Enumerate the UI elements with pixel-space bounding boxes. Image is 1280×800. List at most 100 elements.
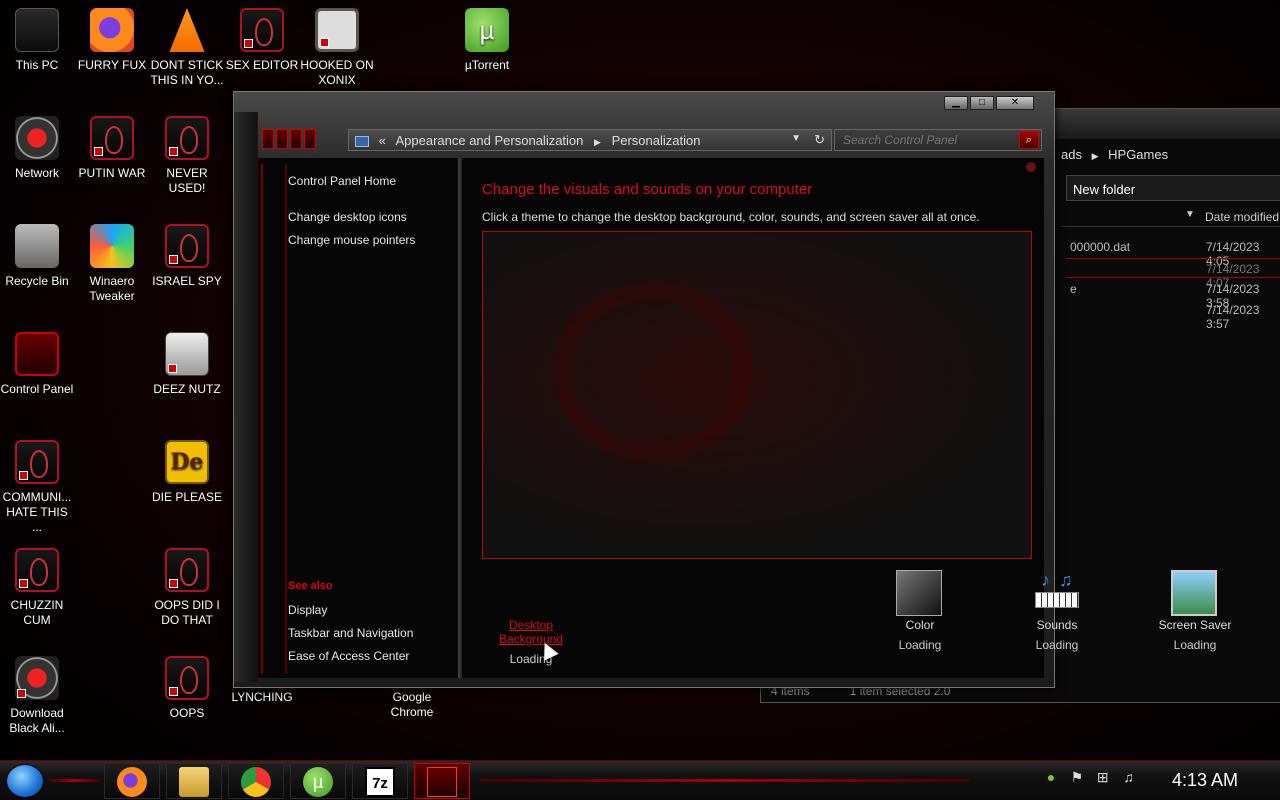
desktop-icon-network[interactable]: Network: [0, 116, 74, 181]
desktop-icon-this-pc[interactable]: This PC: [0, 8, 74, 73]
flag-icon[interactable]: ⚑: [1066, 769, 1088, 786]
theme-gallery[interactable]: [482, 231, 1032, 559]
breadcrumb-appearance[interactable]: Appearance and Personalization: [395, 133, 583, 148]
refresh-icon[interactable]: ↻: [814, 132, 825, 148]
desktop-icon-sex-editor[interactable]: SEX EDITOR: [225, 8, 299, 73]
utorrent-icon: µ: [303, 767, 333, 797]
network-tray-icon[interactable]: ⊞: [1092, 769, 1114, 786]
network-icon: [15, 116, 59, 160]
close-button[interactable]: ✕: [996, 96, 1034, 110]
minimize-button[interactable]: ▁: [944, 96, 968, 110]
personalization-content: Change the visuals and sounds on your co…: [462, 158, 1231, 678]
desktop-icon-recycle-bin[interactable]: Recycle Bin: [0, 224, 74, 289]
page-subtitle: Click a theme to change the desktop back…: [482, 210, 980, 224]
display-link[interactable]: Display: [288, 603, 327, 617]
page-title: Change the visuals and sounds on your co…: [482, 181, 813, 198]
desktop-icon-putin-war[interactable]: PUTIN WAR: [75, 116, 149, 181]
search-box[interactable]: ⌕: [834, 129, 1042, 151]
taskbar-decoration: [480, 779, 970, 782]
chevron-down-icon[interactable]: ▼: [791, 133, 801, 144]
taskbar-firefox[interactable]: [104, 763, 160, 799]
change-mouse-pointers-link[interactable]: Change mouse pointers: [288, 233, 415, 247]
taskbar-7zip[interactable]: 7z: [352, 763, 408, 799]
computer-icon: [15, 8, 59, 52]
control-panel-home-link[interactable]: Control Panel Home: [288, 174, 396, 188]
desktop-icon-israel-spy[interactable]: ISRAEL SPY: [150, 224, 224, 289]
die-icon: De: [165, 440, 209, 484]
desktop-icon-communi[interactable]: COMMUNI... HATE THIS ...: [0, 440, 74, 535]
screen-saver-button[interactable]: Screen Saver Loading: [1140, 570, 1250, 652]
color-button[interactable]: Color Loading: [865, 570, 975, 652]
back-button[interactable]: [262, 129, 274, 149]
desktop-icon-lynching[interactable]: LYNCHING: [225, 690, 299, 705]
taskbar-chrome[interactable]: [228, 763, 284, 799]
explorer-folder-name[interactable]: New folder: [1066, 175, 1280, 201]
alien-shortcut-icon: [165, 548, 209, 592]
desktop-icon-oops-did-i[interactable]: OOPS DID I DO THAT: [150, 548, 224, 628]
file-row[interactable]: 7/14/2023 4:07: [1066, 258, 1280, 290]
folder-icon: [179, 767, 209, 797]
taskbar-navigation-link[interactable]: Taskbar and Navigation: [288, 626, 413, 640]
utorrent-tray-icon[interactable]: ●: [1040, 769, 1062, 785]
search-icon[interactable]: ⌕: [1019, 131, 1039, 149]
desktop-icon-chrome[interactable]: Google Chrome: [375, 690, 449, 720]
firefox-icon: [117, 767, 147, 797]
desktop-background-button[interactable]: Desktop Background Loading: [476, 570, 586, 666]
maximize-button[interactable]: □: [970, 96, 994, 110]
forward-button[interactable]: [276, 129, 288, 149]
desktop-icon-die-please[interactable]: De DIE PLEASE: [150, 440, 224, 505]
control-panel-window[interactable]: ▁ □ ✕ « Appearance and Personalization ▶…: [233, 91, 1231, 688]
window-frame: [234, 112, 258, 682]
desktop-icon-dont-stick[interactable]: DONT STICK THIS IN YO...: [150, 8, 224, 88]
file-row[interactable]: 000000.dat 7/14/2023 4:05: [1066, 237, 1280, 268]
control-panel-small-icon: [355, 136, 369, 148]
help-icon[interactable]: [1026, 162, 1036, 172]
address-bar[interactable]: « Appearance and Personalization ▶ Perso…: [348, 129, 832, 151]
clock[interactable]: 4:13 AM: [1172, 770, 1238, 791]
explorer-column-header[interactable]: ▼ Date modified: [1061, 205, 1280, 227]
change-desktop-icons-link[interactable]: Change desktop icons: [288, 210, 407, 224]
firefox-icon: [90, 8, 134, 52]
recycle-bin-icon: [15, 224, 59, 268]
desktop-icon-download-black-ali[interactable]: Download Black Ali...: [0, 656, 74, 736]
desktop-icon-control-panel[interactable]: Control Panel: [0, 332, 74, 397]
desktop-icon-never-used[interactable]: NEVER USED!: [150, 116, 224, 196]
breadcrumb-personalization[interactable]: Personalization: [612, 133, 701, 148]
desktop-icon-xonix[interactable]: HOOKED ON XONIX: [300, 8, 374, 88]
sounds-button[interactable]: ♪ ♫ Sounds Loading: [1002, 570, 1112, 652]
stack-icon: [165, 332, 209, 376]
desktop-icon-oops[interactable]: OOPS: [150, 656, 224, 721]
file-row[interactable]: e 7/14/2023 3:58: [1066, 279, 1280, 310]
alien-shortcut-icon: [15, 548, 59, 592]
file-row[interactable]: 7/14/2023 3:57: [1066, 300, 1280, 331]
recent-button[interactable]: [290, 129, 302, 149]
taskbar-control-panel[interactable]: [414, 763, 470, 799]
alien-shortcut-icon: [165, 224, 209, 268]
desktop-icon-winaero[interactable]: Winaero Tweaker: [75, 224, 149, 304]
nav-buttons[interactable]: [262, 129, 340, 151]
taskbar-utorrent[interactable]: µ: [290, 763, 346, 799]
ease-of-access-link[interactable]: Ease of Access Center: [288, 649, 409, 663]
chrome-icon: [241, 767, 271, 797]
desktop-icon-deez-nutz[interactable]: DEEZ NUTZ: [150, 332, 224, 397]
alien-shortcut-icon: [165, 656, 209, 700]
network-icon: [15, 656, 59, 700]
desktop-icon-utorrent[interactable]: µ µTorrent: [450, 8, 524, 73]
up-button[interactable]: [304, 129, 316, 149]
search-input[interactable]: [835, 130, 1015, 150]
taskbar-file-explorer[interactable]: [166, 763, 222, 799]
decorative-frame: [261, 164, 287, 674]
taskbar-decoration: [50, 779, 100, 782]
taskbar: µ 7z ● ⚑ ⊞ ♫ 4:13 AM: [0, 760, 1280, 800]
volume-icon[interactable]: ♫: [1118, 769, 1140, 785]
left-navigation-pane: Control Panel Home Change desktop icons …: [258, 158, 460, 678]
desktop-icon-furry-fux[interactable]: FURRY FUX: [75, 8, 149, 73]
screen-saver-icon: [1171, 570, 1217, 616]
start-button[interactable]: [6, 764, 44, 798]
desktop-icon-chuzzin[interactable]: CHUZZIN CUM: [0, 548, 74, 628]
vlc-icon: [169, 8, 205, 52]
chevron-down-icon[interactable]: ▼: [1185, 209, 1195, 220]
see-also-heading: See also: [288, 580, 333, 592]
breadcrumb-separator-icon: ▶: [594, 137, 601, 147]
explorer-breadcrumb[interactable]: ads ▶ HPGames: [1061, 147, 1168, 162]
